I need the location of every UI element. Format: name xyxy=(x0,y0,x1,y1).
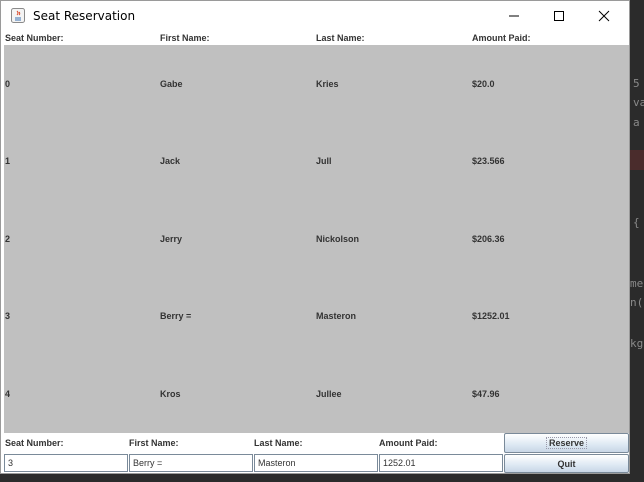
first-name-field[interactable] xyxy=(129,454,253,472)
cell-amount-paid: $1252.01 xyxy=(472,311,510,321)
cell-first-name: Kros xyxy=(160,389,181,399)
cell-last-name: Jullee xyxy=(316,389,342,399)
bg-code-fragment: me( xyxy=(630,277,644,290)
seat-reservation-window: Seat Reservation Seat Number: First Name… xyxy=(0,0,630,474)
cell-seat-number: 1 xyxy=(5,156,11,166)
bg-code-fragment: 5 xyxy=(633,77,640,90)
quit-button-label: Quit xyxy=(557,458,576,469)
cell-amount-paid: $20.0 xyxy=(472,79,495,89)
maximize-icon xyxy=(553,10,565,22)
bg-code-fragment: va xyxy=(633,96,644,109)
cell-amount-paid: $23.566 xyxy=(472,156,505,166)
amount-paid-label: Amount Paid: xyxy=(379,438,438,448)
cell-amount-paid: $47.96 xyxy=(472,389,500,399)
cell-amount-paid: $206.36 xyxy=(472,234,505,244)
title-bar[interactable]: Seat Reservation xyxy=(1,1,629,31)
last-name-label: Last Name: xyxy=(254,438,303,448)
seat-number-label: Seat Number: xyxy=(5,438,64,448)
bg-code-fragment: kgr xyxy=(630,337,644,350)
column-header-amount-paid: Amount Paid: xyxy=(472,33,531,43)
column-header-last-name: Last Name: xyxy=(316,33,365,43)
minimize-button[interactable] xyxy=(491,1,537,31)
cell-first-name: Jack xyxy=(160,156,181,166)
last-name-field[interactable] xyxy=(254,454,378,472)
java-app-icon xyxy=(11,8,25,23)
cell-seat-number: 3 xyxy=(5,311,11,321)
first-name-label: First Name: xyxy=(129,438,179,448)
bg-code-fragment: a xyxy=(633,116,640,129)
cell-last-name: Nickolson xyxy=(316,234,360,244)
cell-first-name: Gabe xyxy=(160,79,183,89)
seat-number-field[interactable] xyxy=(4,454,128,472)
column-header-seat-number: Seat Number: xyxy=(5,33,64,43)
cell-last-name: Kries xyxy=(316,79,339,89)
cell-seat-number: 4 xyxy=(5,389,11,399)
reserve-button-label: Reserve xyxy=(545,437,588,449)
close-icon xyxy=(598,10,610,22)
reservation-table: 0 Gabe Kries $20.0 1 Jack Jull $23.566 2… xyxy=(4,45,629,433)
column-header-first-name: First Name: xyxy=(160,33,210,43)
reserve-button[interactable]: Reserve xyxy=(504,433,629,453)
close-button[interactable] xyxy=(581,1,627,31)
bg-code-fragment: { xyxy=(633,216,640,229)
window-title: Seat Reservation xyxy=(33,9,136,23)
cell-seat-number: 0 xyxy=(5,79,11,89)
cell-seat-number: 2 xyxy=(5,234,11,244)
cell-first-name: Jerry xyxy=(160,234,183,244)
cell-last-name: Jull xyxy=(316,156,332,166)
minimize-icon xyxy=(508,10,520,22)
bg-code-fragment: n(3 xyxy=(630,296,644,309)
cell-last-name: Masteron xyxy=(316,311,357,321)
amount-paid-field[interactable] xyxy=(379,454,503,472)
quit-button[interactable]: Quit xyxy=(504,454,629,473)
bg-highlight-line xyxy=(630,150,644,170)
cell-first-name: Berry = xyxy=(160,311,192,321)
maximize-button[interactable] xyxy=(536,1,582,31)
